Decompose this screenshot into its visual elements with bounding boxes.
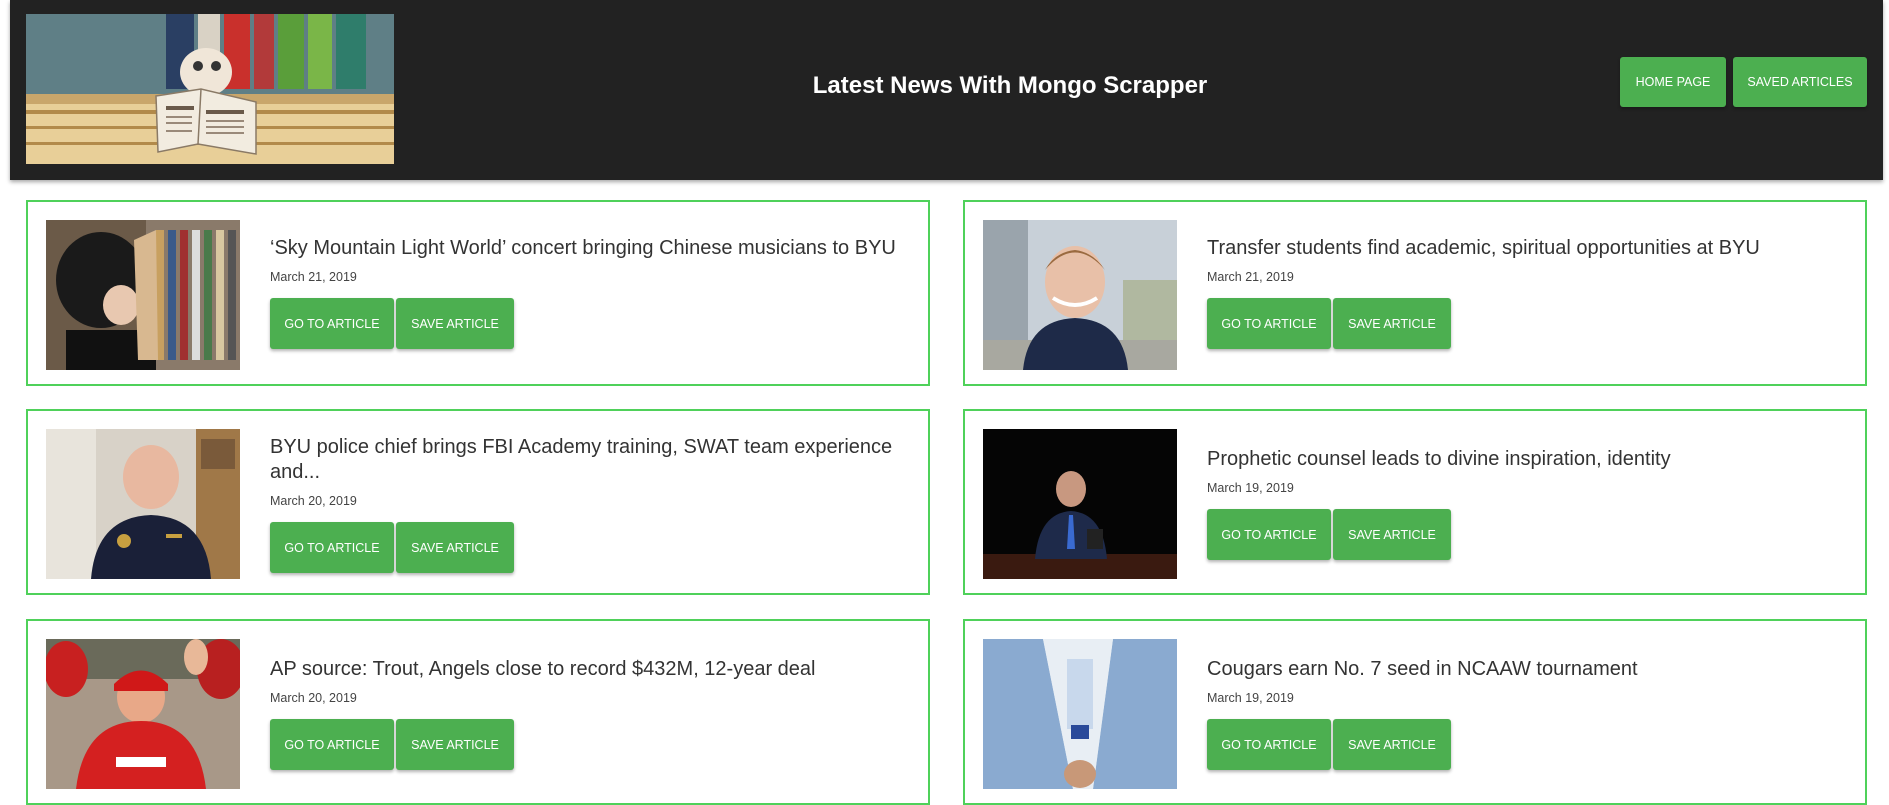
article-date: March 21, 2019 [270, 270, 357, 284]
go-to-article-button[interactable]: GO TO ARTICLE [270, 298, 394, 349]
article-card: Cougars earn No. 7 seed in NCAAW tournam… [963, 619, 1867, 805]
article-card: BYU police chief brings FBI Academy trai… [26, 409, 930, 595]
go-to-article-button[interactable]: GO TO ARTICLE [270, 719, 394, 770]
article-date: March 19, 2019 [1207, 481, 1294, 495]
article-card: ‘Sky Mountain Light World’ concert bring… [26, 200, 930, 386]
go-to-article-button[interactable]: GO TO ARTICLE [1207, 719, 1331, 770]
article-card: Transfer students find academic, spiritu… [963, 200, 1867, 386]
site-title: Latest News With Mongo Scrapper [812, 72, 1208, 99]
save-article-button[interactable]: SAVE ARTICLE [396, 298, 514, 349]
article-thumbnail [46, 220, 240, 370]
article-thumbnail [983, 220, 1177, 370]
logo-image [26, 14, 394, 164]
article-body: Prophetic counsel leads to divine inspir… [1207, 447, 1857, 561]
article-thumbnail [46, 639, 240, 789]
article-date: March 19, 2019 [1207, 691, 1294, 705]
article-headline: AP source: Trout, Angels close to record… [270, 658, 816, 680]
article-body: Cougars earn No. 7 seed in NCAAW tournam… [1207, 657, 1857, 771]
save-article-button[interactable]: SAVE ARTICLE [396, 719, 514, 770]
article-date: March 20, 2019 [270, 494, 357, 508]
article-card: AP source: Trout, Angels close to record… [26, 619, 930, 805]
go-to-article-button[interactable]: GO TO ARTICLE [1207, 509, 1331, 560]
article-headline: Transfer students find academic, spiritu… [1207, 237, 1760, 259]
home-page-button[interactable]: HOME PAGE [1620, 57, 1726, 107]
article-thumbnail [983, 429, 1177, 579]
save-article-button[interactable]: SAVE ARTICLE [396, 522, 514, 573]
article-thumbnail [983, 639, 1177, 789]
article-body: AP source: Trout, Angels close to record… [270, 657, 920, 771]
article-thumbnail [46, 429, 240, 579]
article-date: March 21, 2019 [1207, 270, 1294, 284]
article-headline: ‘Sky Mountain Light World’ concert bring… [270, 237, 896, 259]
saved-articles-button[interactable]: SAVED ARTICLES [1733, 57, 1867, 107]
article-headline: Prophetic counsel leads to divine inspir… [1207, 448, 1671, 470]
save-article-button[interactable]: SAVE ARTICLE [1333, 509, 1451, 560]
go-to-article-button[interactable]: GO TO ARTICLE [270, 522, 394, 573]
site-header: Latest News With Mongo Scrapper HOME PAG… [10, 0, 1883, 180]
article-card: Prophetic counsel leads to divine inspir… [963, 409, 1867, 595]
article-date: March 20, 2019 [270, 691, 357, 705]
article-body: BYU police chief brings FBI Academy trai… [270, 435, 920, 574]
save-article-button[interactable]: SAVE ARTICLE [1333, 298, 1451, 349]
article-body: Transfer students find academic, spiritu… [1207, 236, 1857, 350]
article-headline: BYU police chief brings FBI Academy trai… [270, 436, 893, 483]
go-to-article-button[interactable]: GO TO ARTICLE [1207, 298, 1331, 349]
article-headline: Cougars earn No. 7 seed in NCAAW tournam… [1207, 658, 1638, 680]
article-body: ‘Sky Mountain Light World’ concert bring… [270, 236, 920, 350]
save-article-button[interactable]: SAVE ARTICLE [1333, 719, 1451, 770]
